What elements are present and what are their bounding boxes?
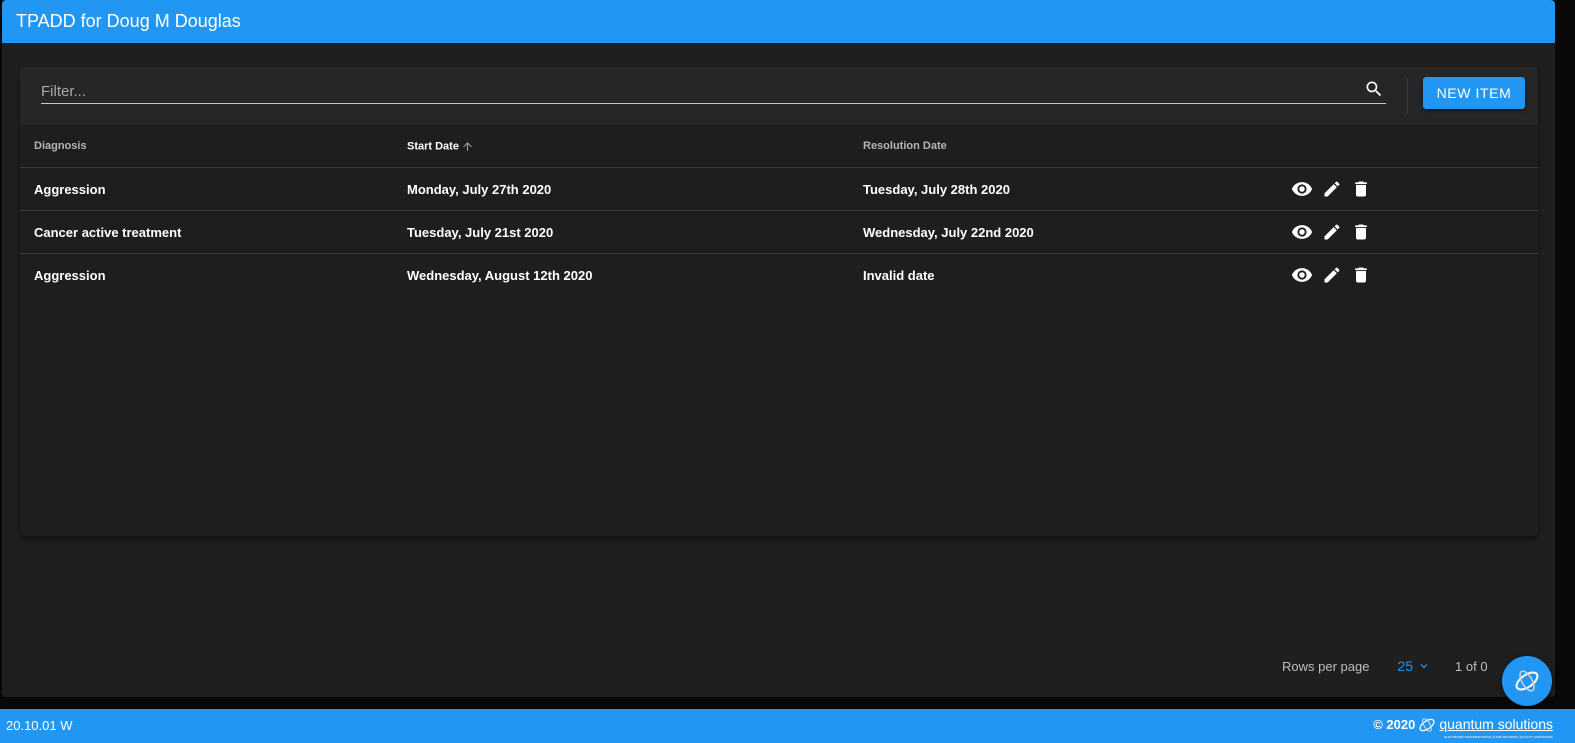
page-title: TPADD for Doug M Douglas xyxy=(16,11,241,31)
data-table-card: NEW ITEM Diagnosis Start Date Resolution… xyxy=(20,67,1538,536)
edit-icon[interactable] xyxy=(1322,265,1342,285)
copyright-text: © 2020 xyxy=(1373,716,1416,732)
cell-resolution-date: Wednesday, July 22nd 2020 xyxy=(863,210,1291,254)
cell-actions xyxy=(1291,167,1538,211)
edit-icon[interactable] xyxy=(1322,222,1342,242)
delete-icon[interactable] xyxy=(1351,179,1371,199)
view-icon[interactable] xyxy=(1291,264,1313,286)
pagination: Rows per page 25 1 of 0 xyxy=(1282,658,1488,674)
rows-per-page-value: 25 xyxy=(1397,658,1414,674)
sort-arrow-up-icon[interactable] xyxy=(461,140,474,153)
row-actions xyxy=(1291,178,1538,200)
table-toolbar: NEW ITEM xyxy=(20,67,1538,125)
quantum-logo-icon xyxy=(1419,718,1435,732)
table-row[interactable]: Cancer active treatment Tuesday, July 21s… xyxy=(20,210,1538,254)
cell-start-date: Monday, July 27th 2020 xyxy=(407,167,863,211)
cell-actions xyxy=(1291,254,1538,297)
table-row[interactable]: Aggression Wednesday, August 12th 2020 Inv… xyxy=(20,254,1538,297)
diagnosis-table: Diagnosis Start Date Resolution Date Agg… xyxy=(20,125,1538,296)
rows-per-page-select[interactable]: 25 xyxy=(1397,658,1431,674)
toolbar-divider xyxy=(1407,78,1408,114)
row-actions xyxy=(1291,264,1538,286)
quantum-logo-icon xyxy=(1515,670,1539,692)
window-scrollbar[interactable] xyxy=(1555,0,1575,697)
new-item-button[interactable]: NEW ITEM xyxy=(1423,77,1525,109)
row-actions xyxy=(1291,221,1538,243)
chevron-down-icon xyxy=(1420,664,1428,669)
search-icon[interactable] xyxy=(1364,79,1384,99)
cell-diagnosis: Cancer active treatment xyxy=(20,210,407,254)
delete-icon[interactable] xyxy=(1351,222,1371,242)
rows-per-page-label: Rows per page xyxy=(1282,658,1370,674)
cell-resolution-date: Invalid date xyxy=(863,267,935,283)
cell-actions xyxy=(1291,210,1538,254)
version-label: 20.10.01 W xyxy=(6,718,73,733)
view-icon[interactable] xyxy=(1291,221,1313,243)
copyright: © 2020 quantum solutions ELECTRONIC DOCU… xyxy=(1373,715,1553,739)
top-bar: TPADD for Doug M Douglas xyxy=(2,0,1555,43)
column-header-resolution-date[interactable]: Resolution Date xyxy=(863,125,1291,168)
cell-start-date: Wednesday, August 12th 2020 xyxy=(407,267,593,283)
cell-resolution-date: Tuesday, July 28th 2020 xyxy=(863,167,1291,211)
view-icon[interactable] xyxy=(1291,178,1313,200)
cell-diagnosis: Aggression xyxy=(34,267,106,283)
filter-input[interactable] xyxy=(41,77,1341,102)
cell-diagnosis: Aggression xyxy=(20,167,407,211)
quantum-assistant-button[interactable] xyxy=(1502,656,1552,706)
table-row[interactable]: Aggression Monday, July 27th 2020 Tuesday,… xyxy=(20,167,1538,211)
column-header-diagnosis[interactable]: Diagnosis xyxy=(20,125,407,168)
app-window: TPADD for Doug M Douglas NEW ITEM Diagno… xyxy=(2,0,1555,697)
filter-field xyxy=(41,77,1386,104)
table-header-row: Diagnosis Start Date Resolution Date xyxy=(20,125,1538,168)
edit-icon[interactable] xyxy=(1322,179,1342,199)
column-header-start-date[interactable]: Start Date xyxy=(407,125,863,168)
footer-bar: 20.10.01 W © 2020 quantum solutions ELEC… xyxy=(0,709,1575,743)
delete-icon[interactable] xyxy=(1351,265,1371,285)
column-header-actions xyxy=(1291,125,1538,168)
cell-start-date: Tuesday, July 21st 2020 xyxy=(407,210,863,254)
brand-link[interactable]: quantum solutions xyxy=(1439,716,1553,732)
page-info: 1 of 0 xyxy=(1455,658,1488,674)
brand-tagline: ELECTRONIC DOCUMENTATION | CARE RECORDS … xyxy=(1444,735,1553,739)
